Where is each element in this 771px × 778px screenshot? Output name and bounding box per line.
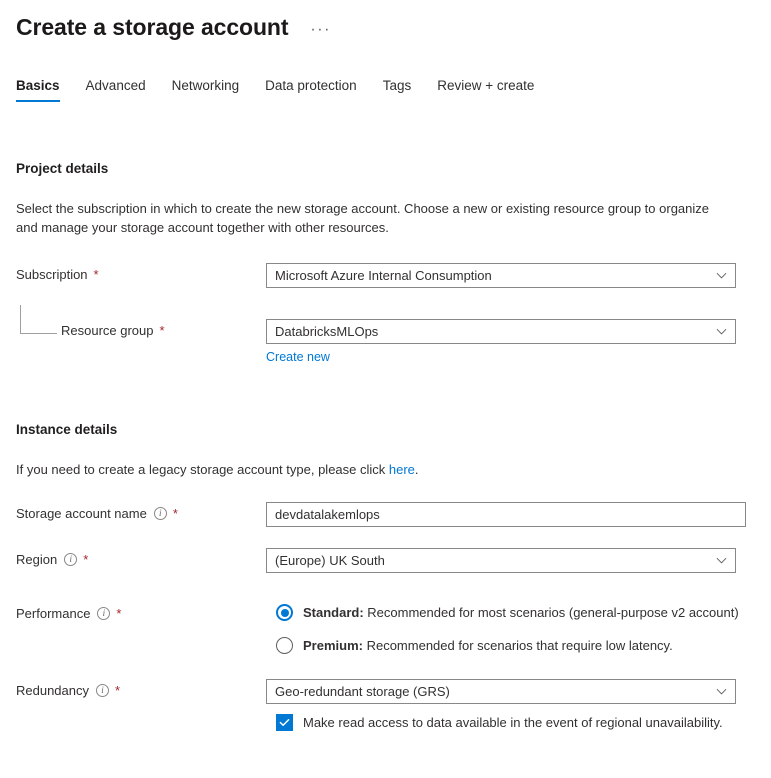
performance-standard-desc: Recommended for most scenarios (general-…: [363, 605, 739, 620]
redundancy-label-text: Redundancy: [16, 683, 89, 698]
region-label-text: Region: [16, 552, 58, 567]
resource-group-control: DatabricksMLOps Create new: [266, 319, 771, 366]
performance-standard-name: Standard:: [303, 605, 364, 620]
subscription-select[interactable]: Microsoft Azure Internal Consumption: [266, 263, 736, 288]
info-icon[interactable]: i: [96, 684, 109, 697]
redundancy-select[interactable]: Geo-redundant storage (GRS): [266, 679, 736, 704]
performance-radio-group: Standard: Recommended for most scenarios…: [276, 602, 771, 654]
tab-networking[interactable]: Networking: [172, 78, 240, 102]
page-title: Create a storage account: [16, 14, 289, 40]
performance-standard-label: Standard: Recommended for most scenarios…: [303, 605, 739, 620]
required-asterisk: *: [172, 505, 178, 521]
form-body: Project details Select the subscription …: [0, 161, 771, 731]
subscription-label-text: Subscription: [16, 267, 88, 282]
tab-bar: Basics Advanced Networking Data protecti…: [0, 68, 771, 102]
performance-premium-name: Premium:: [303, 638, 363, 653]
info-icon[interactable]: i: [97, 607, 111, 620]
radio-premium-icon[interactable]: [276, 637, 293, 654]
performance-label-text: Performance: [16, 606, 91, 621]
subscription-row: Subscription * Microsoft Azure Internal …: [16, 263, 771, 288]
tab-basics[interactable]: Basics: [16, 78, 60, 102]
storage-account-name-input[interactable]: devdatalakemlops: [266, 502, 746, 527]
storage-account-name-label: Storage account name i *: [16, 502, 266, 521]
performance-premium-label: Premium: Recommended for scenarios that …: [303, 638, 673, 653]
legacy-text-after: .: [414, 462, 419, 477]
performance-row: Performance i * Standard: Recommended fo…: [16, 602, 771, 654]
redundancy-control: Geo-redundant storage (GRS) Make read ac…: [266, 679, 771, 731]
region-label: Region i *: [16, 548, 266, 567]
redundancy-value: Geo-redundant storage (GRS): [275, 684, 450, 699]
more-options-icon[interactable]: ···: [310, 22, 330, 38]
tab-advanced[interactable]: Advanced: [86, 78, 146, 102]
redundancy-label: Redundancy i *: [16, 679, 266, 698]
performance-premium-desc: Recommended for scenarios that require l…: [362, 638, 673, 653]
subscription-value: Microsoft Azure Internal Consumption: [275, 268, 492, 283]
region-row: Region i * (Europe) UK South: [16, 548, 771, 573]
radio-standard-icon[interactable]: [276, 604, 293, 621]
page-header: Create a storage account ···: [0, 0, 771, 42]
resource-group-row: Resource group * DatabricksMLOps Create …: [16, 305, 771, 366]
required-asterisk: *: [93, 266, 99, 282]
resource-group-label-text: Resource group: [61, 323, 154, 338]
storage-account-name-value: devdatalakemlops: [275, 507, 380, 522]
region-control: (Europe) UK South: [266, 548, 771, 573]
chevron-down-icon: [716, 326, 727, 337]
performance-option-premium[interactable]: Premium: Recommended for scenarios that …: [276, 637, 771, 654]
redundancy-row: Redundancy i * Geo-redundant storage (GR…: [16, 679, 771, 731]
resource-group-select[interactable]: DatabricksMLOps: [266, 319, 736, 344]
region-select[interactable]: (Europe) UK South: [266, 548, 736, 573]
resource-group-label: Resource group *: [16, 319, 266, 338]
read-access-checkbox-label: Make read access to data available in th…: [303, 715, 723, 730]
resource-group-value: DatabricksMLOps: [275, 324, 379, 339]
performance-control: Standard: Recommended for most scenarios…: [266, 602, 771, 654]
instance-details-description: If you need to create a legacy storage a…: [16, 460, 734, 479]
required-asterisk: *: [116, 605, 122, 621]
chevron-down-icon: [716, 270, 727, 281]
info-icon[interactable]: i: [64, 553, 78, 566]
required-asterisk: *: [159, 322, 165, 338]
storage-account-name-row: Storage account name i * devdatalakemlop…: [16, 502, 771, 527]
tab-review-create[interactable]: Review + create: [437, 78, 534, 102]
project-details-description: Select the subscription in which to crea…: [16, 201, 710, 235]
performance-label: Performance i *: [16, 602, 266, 621]
create-new-resource-group-link[interactable]: Create new: [266, 350, 330, 364]
read-access-checkbox-row[interactable]: Make read access to data available in th…: [276, 714, 771, 731]
chevron-down-icon: [716, 686, 727, 697]
storage-account-name-label-text: Storage account name: [16, 506, 147, 521]
subscription-control: Microsoft Azure Internal Consumption: [266, 263, 771, 288]
tab-data-protection[interactable]: Data protection: [265, 78, 357, 102]
instance-details-heading: Instance details: [16, 422, 118, 437]
check-icon[interactable]: [276, 714, 293, 731]
legacy-text-before: If you need to create a legacy storage a…: [16, 462, 389, 477]
chevron-down-icon: [716, 555, 727, 566]
required-asterisk: *: [115, 682, 121, 698]
region-value: (Europe) UK South: [275, 553, 385, 568]
tab-tags[interactable]: Tags: [383, 78, 412, 102]
subscription-label: Subscription *: [16, 263, 266, 282]
info-icon[interactable]: i: [153, 507, 167, 520]
legacy-storage-here-link[interactable]: here: [389, 462, 415, 477]
performance-option-standard[interactable]: Standard: Recommended for most scenarios…: [276, 604, 771, 621]
storage-account-name-control: devdatalakemlops: [266, 502, 771, 527]
project-details-heading: Project details: [16, 161, 109, 176]
required-asterisk: *: [83, 551, 89, 567]
